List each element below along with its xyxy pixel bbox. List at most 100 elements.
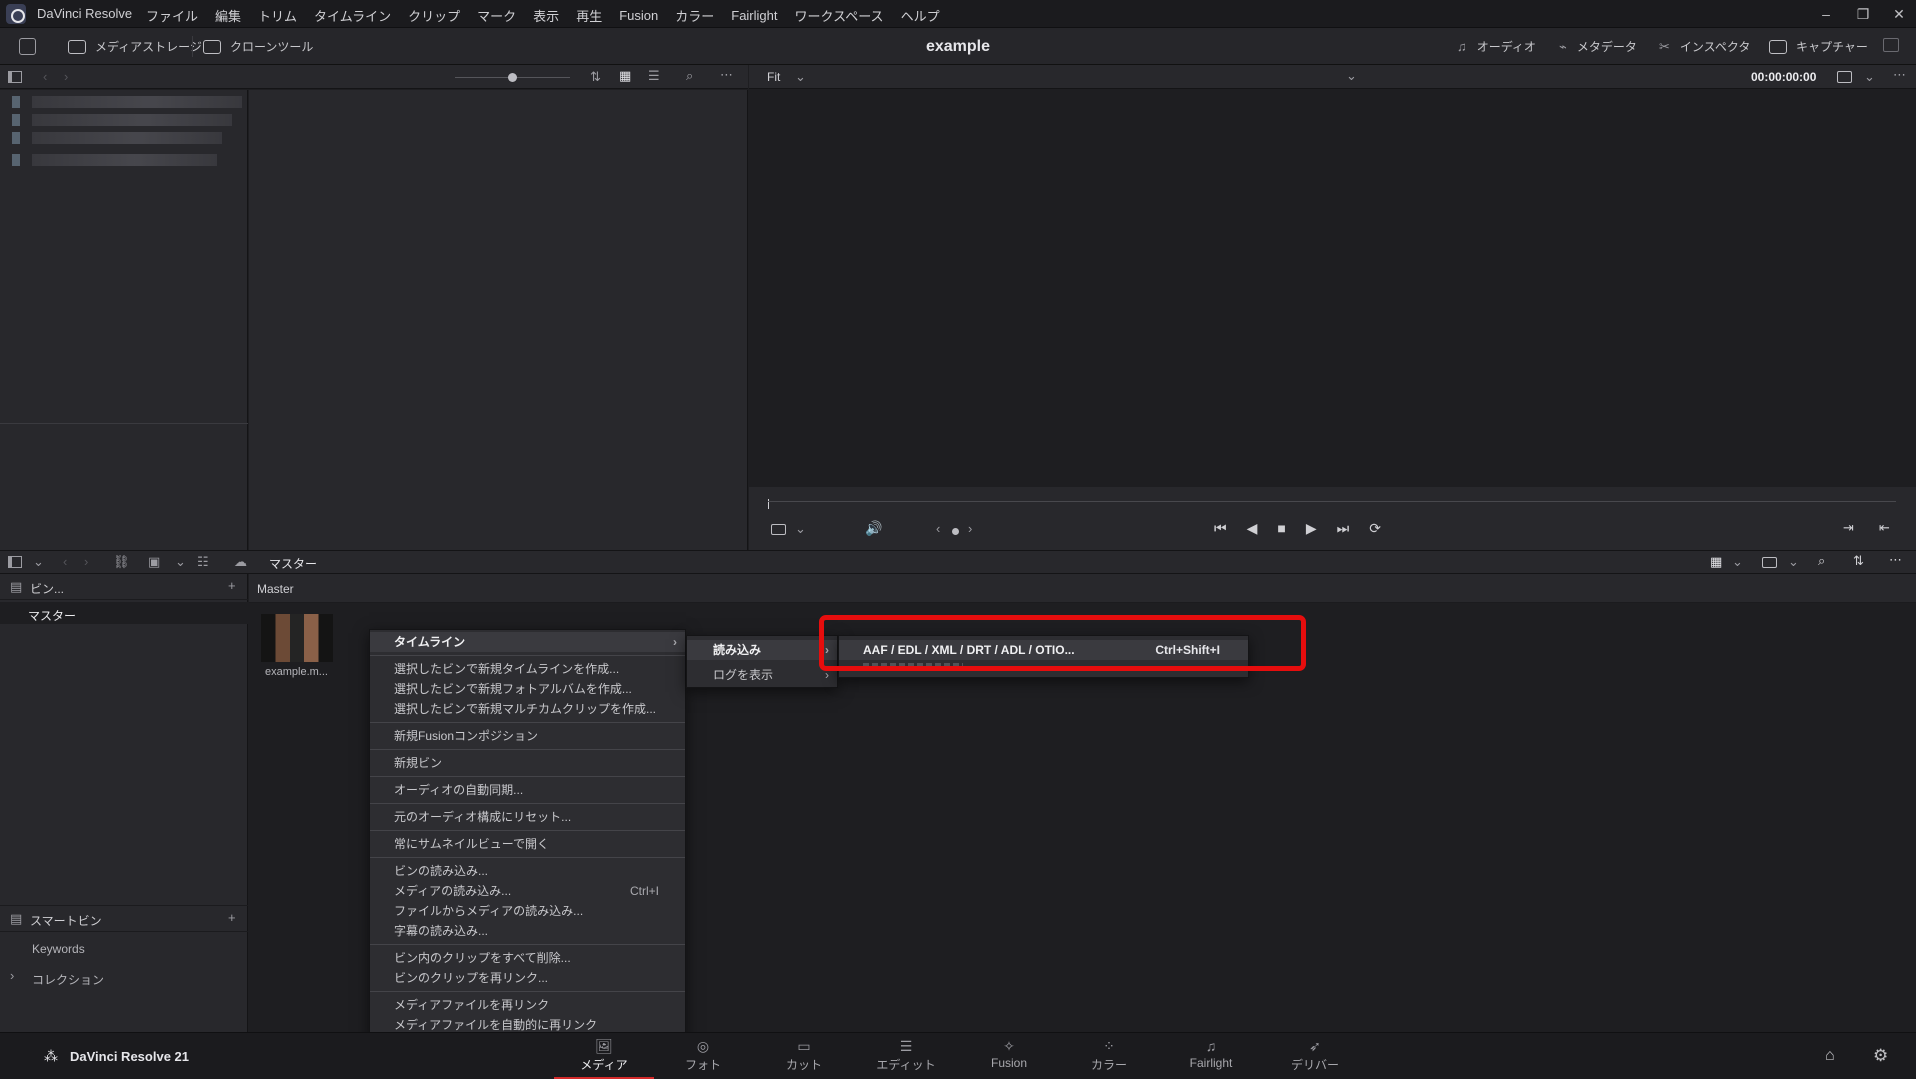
clip-dropdown-chevron-icon[interactable]: ⌄ bbox=[1346, 68, 1357, 84]
context-menu-item[interactable]: 字幕の読み込み... bbox=[370, 921, 685, 941]
context-menu-item[interactable]: ファイルからメディアの読み込み... bbox=[370, 901, 685, 921]
jog-wheel-icon[interactable] bbox=[952, 528, 959, 535]
cloud-icon[interactable]: ☁ bbox=[234, 554, 247, 570]
context-menu-item[interactable]: 常にサムネイルビューで開く bbox=[370, 834, 685, 854]
menu-item[interactable]: 表示 bbox=[533, 6, 559, 25]
page-tab[interactable]: ▭ カット bbox=[754, 1036, 854, 1076]
sidebar-item-master[interactable]: マスター bbox=[0, 602, 248, 624]
menu-item[interactable]: クリップ bbox=[408, 6, 460, 25]
storage-location-item[interactable] bbox=[12, 154, 217, 166]
forward-icon[interactable]: › bbox=[84, 554, 88, 569]
context-menu-item[interactable]: メディアの読み込み... Ctrl+I bbox=[370, 881, 685, 901]
context-menu-item[interactable]: 元のオーディオ構成にリセット... bbox=[370, 807, 685, 827]
storage-location-item[interactable] bbox=[12, 132, 222, 144]
forward-icon[interactable]: › bbox=[64, 69, 68, 84]
smart-bin-keywords[interactable]: Keywords bbox=[32, 942, 85, 956]
context-menu-item[interactable]: 選択したビンで新規タイムラインを作成... bbox=[370, 659, 685, 679]
menu-item[interactable]: カラー bbox=[675, 6, 714, 25]
more-options-icon[interactable]: ⋯ bbox=[720, 67, 733, 83]
context-menu-item[interactable]: 選択したビンで新規マルチカムクリップを作成... bbox=[370, 699, 685, 719]
chevron-down-icon[interactable]: ⌄ bbox=[1732, 554, 1743, 570]
page-tab[interactable]: ⁘ カラー bbox=[1059, 1036, 1159, 1076]
page-tab[interactable]: ☰ エディット bbox=[856, 1036, 956, 1076]
preview-icon[interactable] bbox=[1762, 557, 1777, 568]
fit-dropdown[interactable]: Fit bbox=[767, 70, 780, 84]
menu-item[interactable]: 編集 bbox=[215, 6, 241, 25]
grid-view-icon[interactable]: ▦ bbox=[1710, 554, 1722, 570]
play-icon[interactable]: ▶ bbox=[1306, 520, 1337, 536]
scrubber-track[interactable] bbox=[768, 501, 1896, 502]
page-tab[interactable]: ➶ デリバー bbox=[1265, 1036, 1365, 1076]
context-menu-item[interactable]: オーディオの自動同期... bbox=[370, 780, 685, 800]
prev-edit-icon[interactable]: ⇤ bbox=[1879, 520, 1890, 536]
context-menu-item[interactable]: ビンの読み込み... bbox=[370, 861, 685, 881]
chevron-down-icon[interactable]: ⌄ bbox=[1864, 69, 1875, 85]
context-menu-item[interactable]: 新規ビン bbox=[370, 753, 685, 773]
zoom-slider-handle[interactable] bbox=[508, 73, 517, 82]
chevron-right-icon[interactable]: › bbox=[10, 968, 14, 983]
go-to-end-icon[interactable]: ⏭ bbox=[1337, 520, 1370, 536]
menu-item[interactable]: Fairlight bbox=[731, 8, 777, 23]
chevron-down-icon[interactable]: ⌄ bbox=[795, 521, 806, 537]
clip-name[interactable]: example.m... bbox=[265, 666, 328, 678]
menu-item[interactable]: マーク bbox=[477, 6, 516, 25]
add-smart-bin-icon[interactable]: + bbox=[228, 910, 236, 925]
search-icon[interactable]: ⌕ bbox=[1818, 553, 1825, 569]
clip-thumbnail[interactable] bbox=[261, 614, 333, 662]
chevron-down-icon[interactable]: ⌄ bbox=[1788, 554, 1799, 570]
context-menu-item[interactable]: ビン内のクリップをすべて削除... bbox=[370, 948, 685, 968]
viewer-mode-icon[interactable] bbox=[1837, 71, 1852, 83]
settings-gear-icon[interactable]: ⚙ bbox=[1873, 1046, 1888, 1066]
more-options-icon[interactable]: ⋯ bbox=[1893, 67, 1906, 83]
sidebar-toggle-icon[interactable] bbox=[8, 556, 22, 568]
go-to-start-icon[interactable]: ⏮ bbox=[1214, 520, 1247, 536]
restore-button[interactable]: ❐ bbox=[1853, 4, 1873, 24]
context-menu-item[interactable]: タイムライン › bbox=[370, 632, 685, 652]
chevron-down-icon[interactable]: ⌄ bbox=[795, 69, 806, 85]
page-tab[interactable]: ◎ フォト bbox=[653, 1036, 753, 1076]
menu-item[interactable]: 再生 bbox=[576, 6, 602, 25]
frame-icon[interactable] bbox=[771, 524, 786, 535]
loop-icon[interactable]: ⟳ bbox=[1369, 520, 1401, 536]
minimize-button[interactable]: – bbox=[1816, 4, 1836, 24]
back-icon[interactable]: ‹ bbox=[63, 554, 67, 569]
link-icon[interactable]: ⛓ bbox=[113, 554, 130, 570]
thumbnail-icon[interactable]: ▣ bbox=[148, 554, 160, 570]
context-menu-item[interactable]: ビンのクリップを再リンク... bbox=[370, 968, 685, 988]
sidebar-toggle-icon[interactable] bbox=[8, 71, 22, 83]
chevron-down-icon[interactable]: ⌄ bbox=[175, 554, 186, 570]
chevron-down-icon[interactable]: ⌄ bbox=[33, 554, 44, 570]
sort-icon[interactable]: ⇅ bbox=[1853, 553, 1864, 569]
menu-item[interactable]: タイムライン bbox=[314, 6, 391, 25]
menu-item[interactable]: トリム bbox=[258, 6, 297, 25]
show-log-menu-item[interactable]: ログを表示 › bbox=[687, 665, 837, 685]
context-menu-item[interactable]: 新規Fusionコンポジション bbox=[370, 726, 685, 746]
import-menu-item[interactable]: 読み込み › bbox=[687, 640, 837, 660]
storage-location-item[interactable] bbox=[12, 96, 242, 108]
context-menu-item[interactable]: 選択したビンで新規フォトアルバムを作成... bbox=[370, 679, 685, 699]
close-button[interactable]: ✕ bbox=[1889, 4, 1909, 24]
page-tab[interactable]: ♫ Fairlight bbox=[1161, 1036, 1261, 1076]
list-view-icon[interactable]: ☰ bbox=[648, 68, 660, 84]
home-icon[interactable]: ⌂ bbox=[1825, 1047, 1835, 1065]
menu-item[interactable]: Fusion bbox=[619, 8, 658, 23]
grid-view-icon[interactable]: ▦ bbox=[619, 68, 631, 84]
back-icon[interactable]: ‹ bbox=[43, 69, 47, 84]
menu-item[interactable]: ファイル bbox=[146, 6, 198, 25]
stop-icon[interactable]: ■ bbox=[1277, 520, 1305, 536]
play-reverse-icon[interactable]: ◀ bbox=[1247, 520, 1278, 536]
search-icon[interactable]: ⌕ bbox=[686, 68, 693, 84]
jog-right-icon[interactable]: › bbox=[968, 521, 972, 536]
page-tab[interactable]: 🖼 メディア bbox=[554, 1036, 654, 1079]
page-tab[interactable]: ✧ Fusion bbox=[959, 1036, 1059, 1076]
menu-item[interactable]: ヘルプ bbox=[901, 6, 940, 25]
volume-icon[interactable]: 🔊 bbox=[865, 520, 882, 537]
smart-bin-collections[interactable]: コレクション bbox=[32, 971, 104, 988]
next-edit-icon[interactable]: ⇥ bbox=[1843, 520, 1854, 536]
context-menu-item[interactable]: メディアファイルを再リンク bbox=[370, 995, 685, 1015]
more-options-icon[interactable]: ⋯ bbox=[1889, 552, 1902, 568]
add-bin-icon[interactable]: + bbox=[228, 578, 236, 593]
subtitle-icon[interactable]: ☷ bbox=[197, 554, 209, 570]
storage-location-item[interactable] bbox=[12, 114, 232, 126]
menu-item[interactable]: ワークスペース bbox=[795, 6, 884, 25]
